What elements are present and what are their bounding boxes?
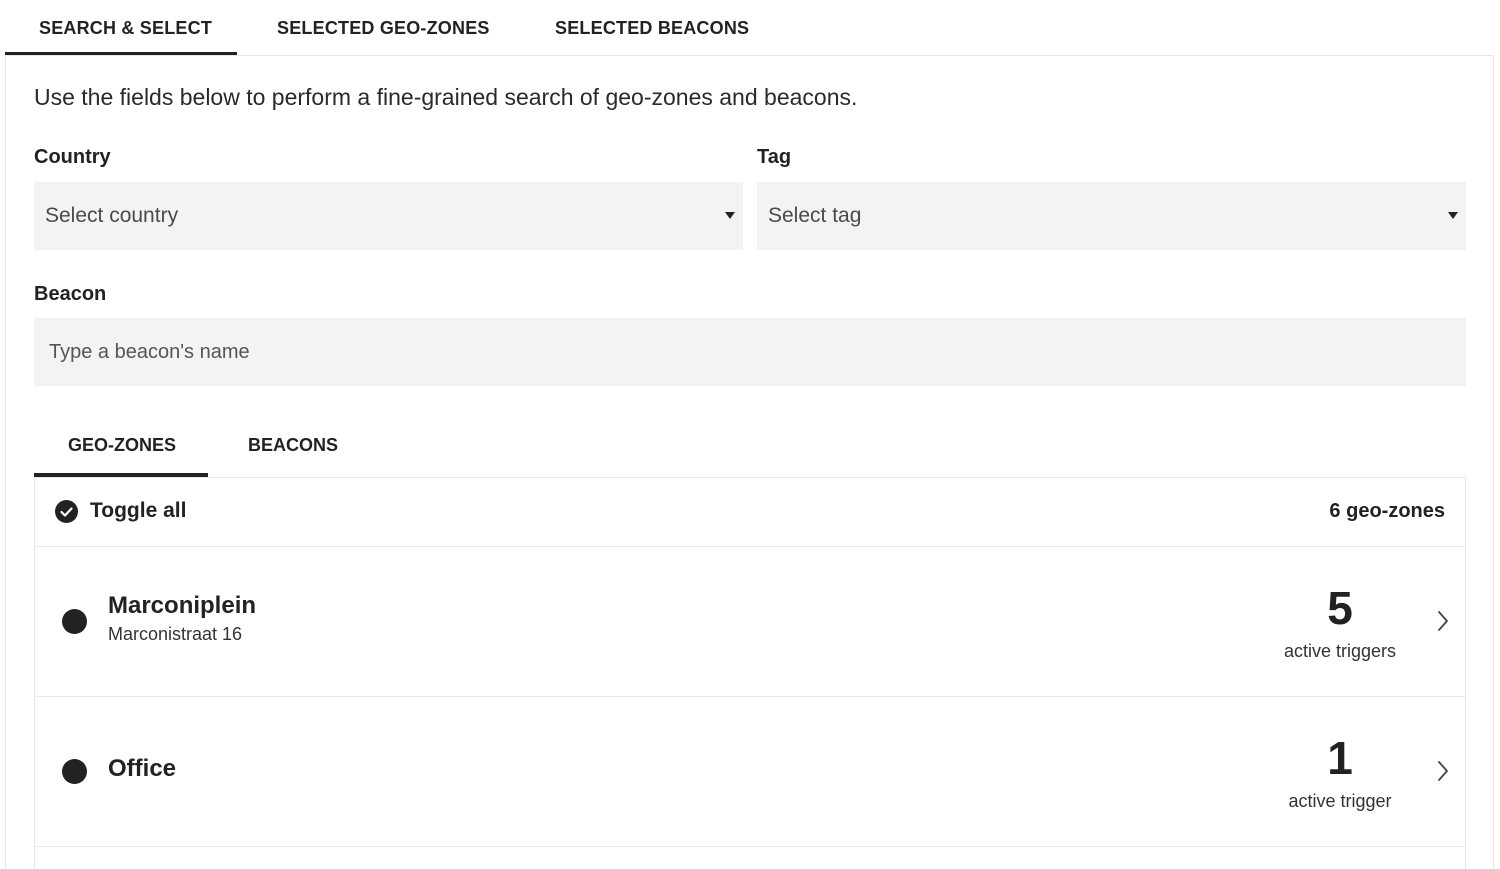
tab-geo-zones[interactable]: GEO-ZONES (34, 414, 208, 477)
country-select[interactable]: Select country (34, 182, 743, 250)
tag-select[interactable]: Select tag (757, 182, 1466, 250)
check-circle-icon[interactable] (55, 500, 78, 523)
caret-down-icon (1448, 212, 1458, 219)
chevron-right-icon[interactable] (1435, 759, 1451, 783)
beacon-label: Beacon (34, 283, 107, 305)
country-label: Country (34, 146, 111, 168)
toggle-all-label[interactable]: Toggle all (90, 499, 186, 523)
geo-zone-address: Marconistraat 16 (108, 624, 243, 644)
country-select-value: Select country (45, 204, 179, 227)
tab-selected-geo-zones[interactable]: SELECTED GEO-ZONES (237, 0, 527, 56)
chevron-right-icon[interactable] (1435, 609, 1451, 633)
tab-search-select[interactable]: SEARCH & SELECT (5, 0, 237, 56)
result-tabs: GEO-ZONES BEACONS (34, 414, 338, 477)
trigger-count: 5 (1327, 582, 1353, 634)
tag-label: Tag (757, 146, 792, 168)
caret-down-icon (725, 212, 735, 219)
tag-select-value: Select tag (768, 204, 862, 227)
trigger-count-label: active trigger (1288, 791, 1392, 811)
tab-beacons[interactable]: BEACONS (208, 414, 338, 477)
tab-selected-beacons[interactable]: SELECTED BEACONS (527, 0, 749, 56)
geo-zone-name: Marconiplein (108, 592, 257, 619)
geo-zone-name: Office (108, 755, 177, 782)
trigger-count-label: active triggers (1283, 641, 1397, 661)
intro-text: Use the fields below to perform a fine-g… (34, 84, 858, 110)
geo-zone-list: Toggle all 6 geo-zones Marconiplein Marc… (34, 477, 1466, 869)
status-dot-icon (62, 609, 87, 634)
main-tabs: SEARCH & SELECT SELECTED GEO-ZONES SELEC… (5, 0, 1495, 56)
list-item[interactable]: Office 1 active trigger (35, 697, 1465, 847)
beacon-search-input[interactable] (34, 318, 1466, 386)
status-dot-icon (62, 759, 87, 784)
list-item[interactable]: Marconiplein Marconistraat 16 5 active t… (35, 547, 1465, 697)
trigger-count: 1 (1327, 732, 1353, 784)
geo-zone-count: 6 geo-zones (1329, 500, 1445, 522)
list-header: Toggle all 6 geo-zones (35, 478, 1465, 547)
